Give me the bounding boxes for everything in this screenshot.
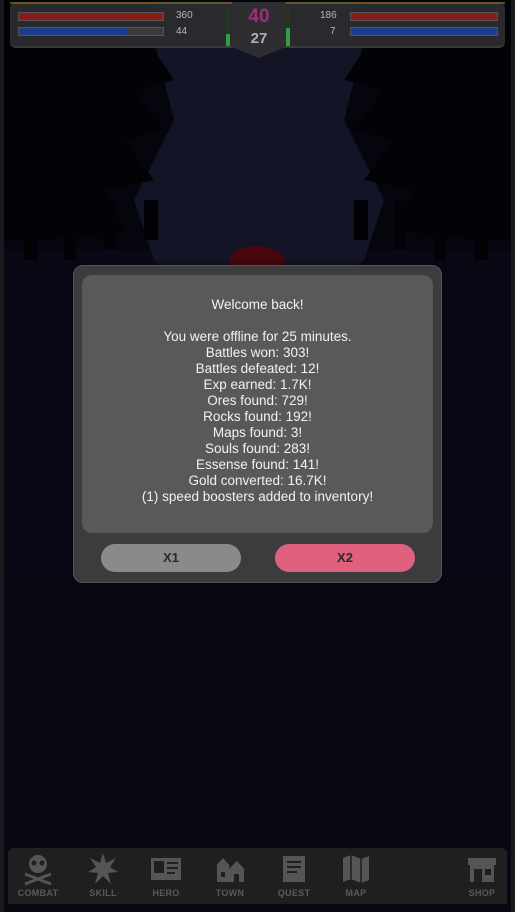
dialog-content: Welcome back! You were offline for 25 mi… [82,275,433,533]
top-hud: 360 44 40 27 186 7 [10,2,505,58]
nav-shop[interactable]: SHOP [454,848,510,904]
level-badge: 40 27 [232,2,286,58]
burst-icon [88,853,118,884]
enemy-mp-fill [351,28,497,35]
nav-map[interactable]: MAP [328,848,384,904]
summary-line: You were offline for 25 minutes. [163,329,352,344]
nav-hero[interactable]: HERO [138,848,194,904]
summary-line: Maps found: 3! [212,425,303,440]
bottom-nav: COMBAT SKILL HERO TOWN QUEST MAP SHOP [8,848,507,904]
player-mp-bar [18,27,164,36]
summary-line: (1) speed boosters added to inventory! [141,489,374,504]
nav-label: COMBAT [17,888,59,898]
nav-skill[interactable]: SKILL [75,848,131,904]
nav-label: QUEST [277,888,311,898]
x1-button[interactable]: X1 [101,544,241,572]
right-green-gauge [286,8,290,46]
summary-line: Souls found: 283! [204,441,311,456]
player-mp-fill [19,28,127,35]
nav-label: HERO [152,888,180,898]
level-top-value: 40 [248,6,270,27]
player-hp-fill [19,13,163,20]
enemy-hp-fill [351,13,497,20]
nav-label: TOWN [215,888,245,898]
scroll-icon [283,856,305,882]
nav-label: MAP [345,888,367,898]
game-screen: 360 44 40 27 186 7 Welcome back! You wer… [4,0,511,912]
town-icon [216,858,245,882]
summary-line: Battles defeated: 12! [195,361,320,376]
summary-line: Battles won: 303! [205,345,310,360]
summary-line: Gold converted: 16.7K! [188,473,327,488]
map-icon [343,855,369,883]
enemy-hp-value: 186 [320,10,337,21]
player-hp-value: 360 [176,10,193,21]
player-hp-bar [18,12,164,21]
left-green-gauge [226,8,230,46]
summary-line: Ores found: 729! [207,393,308,408]
nav-label: SHOP [468,888,496,898]
nav-label: SKILL [89,888,117,898]
summary-line: Rocks found: 192! [203,409,312,424]
nav-quest[interactable]: QUEST [266,848,322,904]
skull-crossbones-icon [24,855,52,886]
summary-line: Essense found: 141! [195,457,320,472]
x2-button[interactable]: X2 [275,544,415,572]
enemy-mp-bar [350,27,498,36]
level-bottom-value: 27 [250,30,268,47]
summary-line: Exp earned: 1.7K! [203,377,312,392]
dialog-title: Welcome back! [211,297,304,312]
nav-town[interactable]: TOWN [202,848,258,904]
shop-icon [468,858,496,882]
id-card-icon [151,858,181,880]
nav-combat[interactable]: COMBAT [10,848,66,904]
player-mp-value: 44 [176,26,188,37]
enemy-mp-value: 7 [330,26,336,37]
welcome-back-dialog: Welcome back! You were offline for 25 mi… [73,265,442,583]
enemy-hp-bar [350,12,498,21]
